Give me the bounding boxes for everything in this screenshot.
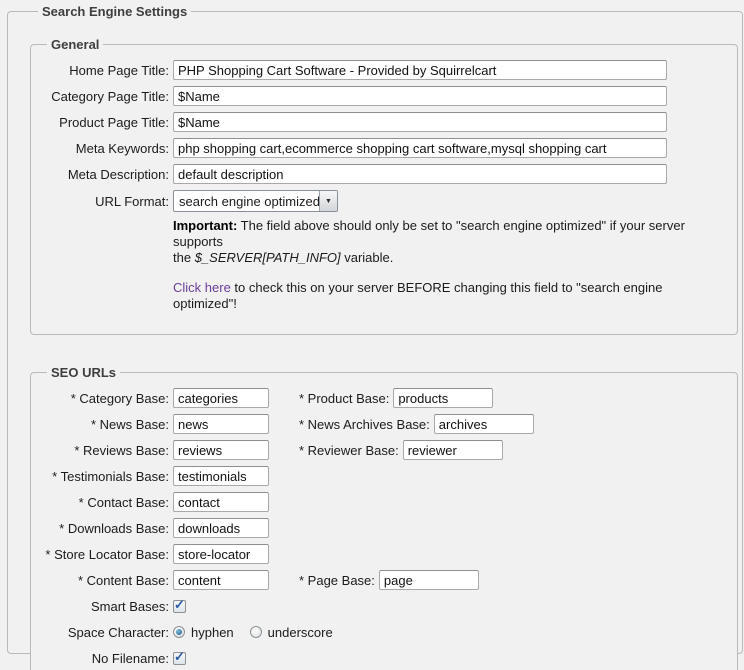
- product-page-title-label: Product Page Title:: [39, 115, 173, 130]
- general-section-title: General: [47, 37, 103, 52]
- content-base-label: * Content Base:: [39, 573, 173, 588]
- meta-keywords-label: Meta Keywords:: [39, 141, 173, 156]
- meta-description-row: Meta Description:: [39, 164, 729, 184]
- url-format-selected-value: search engine optimized: [174, 194, 319, 209]
- seo-urls-section-title: SEO URLs: [47, 365, 120, 380]
- category-page-title-label: Category Page Title:: [39, 89, 173, 104]
- checkmark-icon: ✓: [174, 649, 185, 665]
- news-base-label: * News Base:: [39, 417, 173, 432]
- category-base-label: * Category Base:: [39, 391, 173, 406]
- news-archives-base-label: * News Archives Base:: [299, 417, 434, 432]
- store-locator-base-label: * Store Locator Base:: [39, 547, 173, 562]
- downloads-base-input[interactable]: [173, 518, 269, 538]
- space-character-option-hyphen[interactable]: hyphen: [173, 625, 234, 640]
- note-line-2: the $_SERVER[PATH_INFO] variable.: [173, 250, 729, 266]
- reviewer-base-input[interactable]: [403, 440, 503, 460]
- no-filename-checkbox[interactable]: ✓: [173, 652, 186, 665]
- url-format-label: URL Format:: [39, 194, 173, 209]
- url-format-note: Important: The field above should only b…: [173, 218, 729, 312]
- testimonials-base-input[interactable]: [173, 466, 269, 486]
- category-product-base-row: * Category Base: * Product Base:: [39, 388, 729, 408]
- category-page-title-row: Category Page Title:: [39, 86, 729, 106]
- url-format-select[interactable]: search engine optimized ▼: [173, 190, 338, 212]
- downloads-base-row: * Downloads Base:: [39, 518, 729, 538]
- downloads-base-label: * Downloads Base:: [39, 521, 173, 536]
- news-base-input[interactable]: [173, 414, 269, 434]
- product-base-input[interactable]: [393, 388, 493, 408]
- contact-base-input[interactable]: [173, 492, 269, 512]
- smart-bases-row: Smart Bases: ✓: [39, 596, 729, 616]
- no-filename-row: No Filename: ✓: [39, 648, 729, 668]
- store-locator-base-row: * Store Locator Base:: [39, 544, 729, 564]
- page-base-input[interactable]: [379, 570, 479, 590]
- page-base-label: * Page Base:: [299, 573, 379, 588]
- meta-keywords-row: Meta Keywords:: [39, 138, 729, 158]
- store-locator-base-input[interactable]: [173, 544, 269, 564]
- home-page-title-input[interactable]: [173, 60, 667, 80]
- home-page-title-label: Home Page Title:: [39, 63, 173, 78]
- category-page-title-input[interactable]: [173, 86, 667, 106]
- search-engine-settings-panel: Search Engine Settings General Home Page…: [7, 4, 743, 654]
- meta-description-input[interactable]: [173, 164, 667, 184]
- smart-bases-checkbox[interactable]: ✓: [173, 600, 186, 613]
- reviewer-base-label: * Reviewer Base:: [299, 443, 403, 458]
- reviews-reviewer-base-row: * Reviews Base: * Reviewer Base:: [39, 440, 729, 460]
- hyphen-option-label: hyphen: [191, 625, 234, 640]
- page-title: Search Engine Settings: [38, 4, 191, 19]
- contact-base-row: * Contact Base:: [39, 492, 729, 512]
- testimonials-base-label: * Testimonials Base:: [39, 469, 173, 484]
- product-page-title-row: Product Page Title:: [39, 112, 729, 132]
- general-section: General Home Page Title: Category Page T…: [30, 37, 738, 335]
- space-character-label: Space Character:: [39, 625, 173, 640]
- click-here-link[interactable]: Click here: [173, 280, 231, 295]
- news-archives-base-input[interactable]: [434, 414, 534, 434]
- radio-selected-icon[interactable]: [173, 626, 185, 638]
- note-important-label: Important:: [173, 218, 237, 233]
- reviews-base-input[interactable]: [173, 440, 269, 460]
- content-base-input[interactable]: [173, 570, 269, 590]
- category-base-input[interactable]: [173, 388, 269, 408]
- url-format-row: URL Format: search engine optimized ▼: [39, 190, 729, 212]
- reviews-base-label: * Reviews Base:: [39, 443, 173, 458]
- checkmark-icon: ✓: [174, 597, 185, 613]
- product-base-label: * Product Base:: [299, 391, 393, 406]
- contact-base-label: * Contact Base:: [39, 495, 173, 510]
- note-link-line: Click here to check this on your server …: [173, 280, 729, 312]
- home-page-title-row: Home Page Title:: [39, 60, 729, 80]
- radio-dot-icon: [176, 629, 182, 635]
- meta-keywords-input[interactable]: [173, 138, 667, 158]
- select-dropdown-button[interactable]: ▼: [319, 191, 337, 211]
- meta-description-label: Meta Description:: [39, 167, 173, 182]
- underscore-option-label: underscore: [268, 625, 333, 640]
- seo-urls-section: SEO URLs * Category Base: * Product Base…: [30, 365, 738, 670]
- space-character-row: Space Character: hyphen underscore: [39, 622, 729, 642]
- testimonials-base-row: * Testimonials Base:: [39, 466, 729, 486]
- content-page-base-row: * Content Base: * Page Base:: [39, 570, 729, 590]
- space-character-option-underscore[interactable]: underscore: [250, 625, 333, 640]
- product-page-title-input[interactable]: [173, 112, 667, 132]
- no-filename-label: No Filename:: [39, 651, 173, 666]
- radio-unselected-icon[interactable]: [250, 626, 262, 638]
- news-archives-base-row: * News Base: * News Archives Base:: [39, 414, 729, 434]
- smart-bases-label: Smart Bases:: [39, 599, 173, 614]
- note-line-1: Important: The field above should only b…: [173, 218, 729, 250]
- path-info-variable: $_SERVER[PATH_INFO]: [195, 250, 341, 265]
- chevron-down-icon: ▼: [325, 198, 332, 205]
